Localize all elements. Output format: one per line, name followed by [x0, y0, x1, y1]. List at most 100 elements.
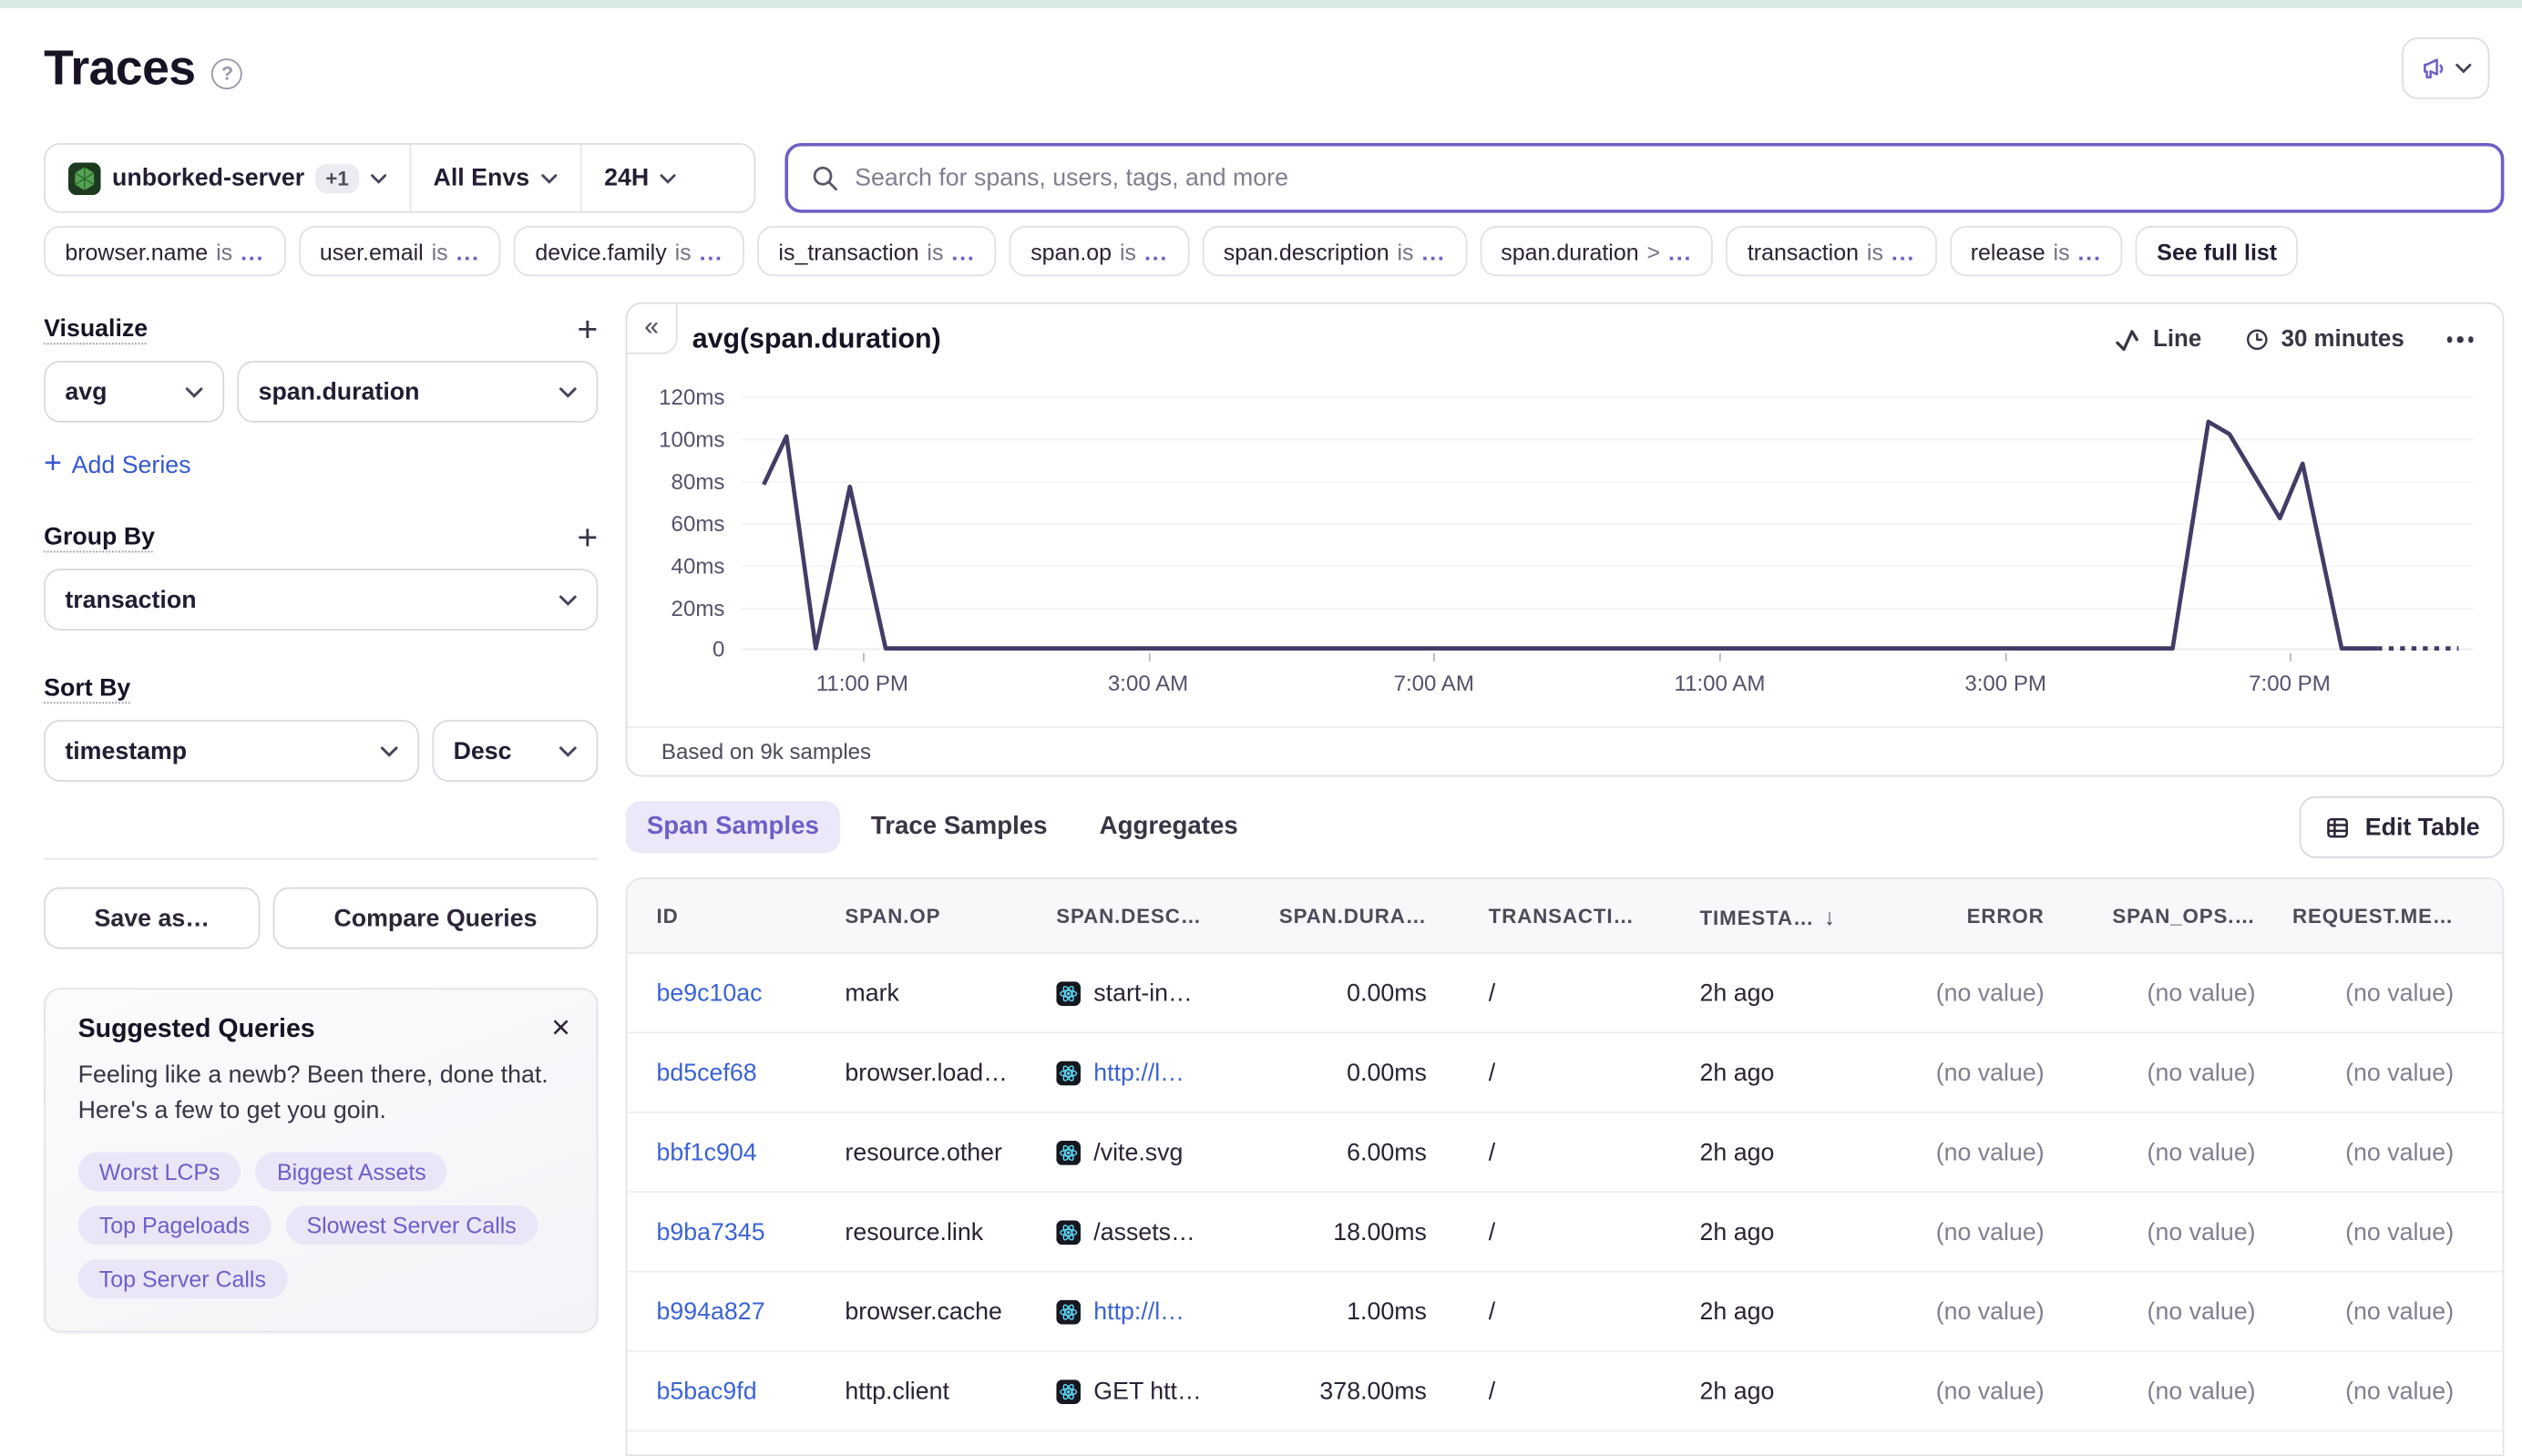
tab-trace-samples[interactable]: Trace Samples [850, 801, 1069, 853]
x-tick: 3:00 AM [1107, 671, 1189, 696]
tab-aggregates[interactable]: Aggregates [1078, 801, 1258, 853]
filter-chip-user-email[interactable]: user.email is... [298, 225, 501, 277]
time-range-selector[interactable]: 24H [581, 145, 699, 211]
span-description: /assets… [1093, 1217, 1195, 1246]
chevron-down-icon [559, 386, 578, 397]
table-row: b994a827 browser.cache http://l… 1.00ms … [627, 1272, 2503, 1352]
environment-selector[interactable]: All Envs [411, 145, 580, 211]
add-visualize-button[interactable]: + [577, 311, 598, 346]
table-row: b41bfb26 resource.ifra… https://… 276.00… [627, 1431, 2502, 1454]
chart-type-selector[interactable]: Line [2116, 326, 2201, 353]
compare-queries-button[interactable]: Compare Queries [272, 887, 599, 949]
suggested-query-biggest-assets[interactable]: Biggest Assets [255, 1152, 447, 1192]
duration-trend-line [762, 419, 2459, 651]
suggested-query-worst-lcps[interactable]: Worst LCPs [77, 1152, 241, 1192]
page-title-text: Traces [44, 42, 196, 97]
timestamp-value[interactable]: 2h ago [1700, 1378, 1775, 1405]
timestamp-value[interactable]: 2h ago [1700, 979, 1775, 1007]
timestamp-value[interactable]: 2h ago [1700, 1297, 1775, 1325]
react-platform-icon [1056, 1219, 1082, 1245]
span-description-link[interactable]: http://l… [1093, 1297, 1184, 1325]
column-header-id[interactable]: ID [657, 905, 846, 928]
span-id-link[interactable]: b5bac9fd [657, 1378, 846, 1405]
filter-chip-release[interactable]: release is... [1949, 225, 2123, 277]
visualize-label: Visualize [44, 315, 149, 343]
help-icon[interactable]: ? [211, 57, 243, 89]
close-icon[interactable]: × [551, 1012, 570, 1045]
chevron-down-icon [185, 386, 203, 397]
traces-page: Traces ? unborked-server +1 All Envs 24H… [0, 0, 2522, 1456]
x-tick: 7:00 PM [2249, 671, 2331, 696]
x-tick: 11:00 AM [1674, 671, 1766, 696]
y-tick: 60ms [671, 511, 725, 537]
column-header-timestamp[interactable]: TIMESTA… ↓ [1664, 903, 1888, 929]
timestamp-value[interactable]: 2h ago [1700, 1218, 1775, 1246]
group-by-label: Group By [44, 523, 156, 551]
span-id-link[interactable]: bd5cef68 [657, 1059, 846, 1086]
tab-span-samples[interactable]: Span Samples [625, 801, 841, 854]
query-builder-sidebar: Visualize + avg span.duration + Add Seri… [44, 302, 599, 1333]
span-description-link[interactable]: http://l… [1093, 1059, 1184, 1086]
see-full-list-button[interactable]: See full list [2136, 225, 2299, 277]
timestamp-value[interactable]: 2h ago [1700, 1059, 1775, 1086]
megaphone-icon [2420, 55, 2447, 82]
column-header-span-description[interactable]: SPAN.DESC… [1056, 905, 1277, 928]
y-tick: 80ms [671, 469, 725, 495]
add-series-button[interactable]: + Add Series [44, 446, 598, 482]
filter-chip-span-op[interactable]: span.op is... [1010, 225, 1190, 277]
search-icon [811, 164, 838, 191]
suggested-queries-card: × Suggested Queries Feeling like a newb?… [44, 988, 599, 1333]
filter-chip-transaction[interactable]: transaction is... [1726, 225, 1937, 277]
table-icon [2324, 814, 2352, 841]
timestamp-value[interactable]: 2h ago [1700, 1138, 1775, 1165]
filter-chip-span-duration[interactable]: span.duration >... [1480, 225, 1714, 277]
search-input[interactable] [855, 164, 2478, 192]
filter-chip-device-family[interactable]: device.family is... [514, 225, 744, 277]
chart-menu-icon[interactable] [2446, 336, 2474, 343]
chevron-down-icon [370, 173, 386, 183]
span-id-link[interactable]: be9c10ac [657, 979, 846, 1007]
suggested-queries-title: Suggested Queries [77, 1015, 315, 1044]
column-header-error[interactable]: ERROR [1888, 905, 2070, 928]
table-header-row: ID SPAN.OP SPAN.DESC… SPAN.DURA… TRANSAC… [627, 878, 2503, 954]
group-by-select[interactable]: transaction [44, 569, 599, 631]
span-id-link[interactable]: b9ba7345 [657, 1218, 846, 1246]
react-platform-icon [1056, 1379, 1082, 1404]
save-as-button[interactable]: Save as… [44, 887, 261, 949]
project-selector[interactable]: unborked-server +1 [46, 145, 409, 211]
column-header-span-duration[interactable]: SPAN.DURA… [1277, 905, 1456, 928]
line-chart-icon [2116, 328, 2142, 352]
table-row: bd5cef68 browser.load… http://l… 0.00ms … [627, 1033, 2503, 1113]
column-header-span-ops[interactable]: SPAN_OPS.… [2070, 905, 2281, 928]
span-id-link[interactable]: bbf1c904 [657, 1138, 846, 1165]
column-header-span-op[interactable]: SPAN.OP [845, 905, 1056, 928]
sort-field-select[interactable]: timestamp [44, 720, 420, 782]
filter-chip-span-description[interactable]: span.description is... [1202, 225, 1467, 277]
chart-interval-selector[interactable]: 30 minutes [2244, 326, 2404, 353]
table-row: be9c10ac mark start-in… 0.00ms / 2h ago … [627, 954, 2503, 1034]
add-group-by-button[interactable]: + [577, 518, 598, 554]
x-tick: 3:00 PM [1964, 671, 2046, 696]
collapse-sidebar-button[interactable]: « [627, 303, 678, 354]
edit-table-button[interactable]: Edit Table [2300, 795, 2505, 858]
suggested-query-slowest-server-calls[interactable]: Slowest Server Calls [285, 1205, 538, 1246]
suggested-query-top-pageloads[interactable]: Top Pageloads [77, 1205, 272, 1246]
span-samples-table: ID SPAN.OP SPAN.DESC… SPAN.DURA… TRANSAC… [625, 877, 2505, 1456]
column-header-transaction[interactable]: TRANSACTI… [1456, 905, 1664, 928]
sort-direction-select[interactable]: Desc [432, 720, 599, 782]
column-header-request-method[interactable]: REQUEST.ME… [2281, 905, 2454, 928]
filter-chip-browser-name[interactable]: browser.name is... [44, 225, 286, 277]
environment-value: All Envs [433, 164, 530, 192]
aggregate-select[interactable]: avg [44, 360, 225, 423]
filter-chip-is-transaction[interactable]: is_transaction is... [757, 225, 997, 277]
x-tick: 7:00 AM [1393, 671, 1474, 696]
time-range-value: 24H [604, 164, 650, 192]
chevron-down-icon [2455, 63, 2472, 74]
line-chart-plot[interactable]: 11:00 PM 3:00 AM 7:00 AM 11:00 AM 3:00 P… [741, 385, 2474, 695]
span-id-link[interactable]: b994a827 [657, 1297, 846, 1325]
field-select[interactable]: span.duration [237, 360, 599, 423]
y-tick: 120ms [659, 385, 725, 410]
suggested-query-top-server-calls[interactable]: Top Server Calls [77, 1259, 288, 1299]
y-tick: 40ms [671, 554, 725, 579]
feedback-button[interactable] [2402, 37, 2490, 99]
